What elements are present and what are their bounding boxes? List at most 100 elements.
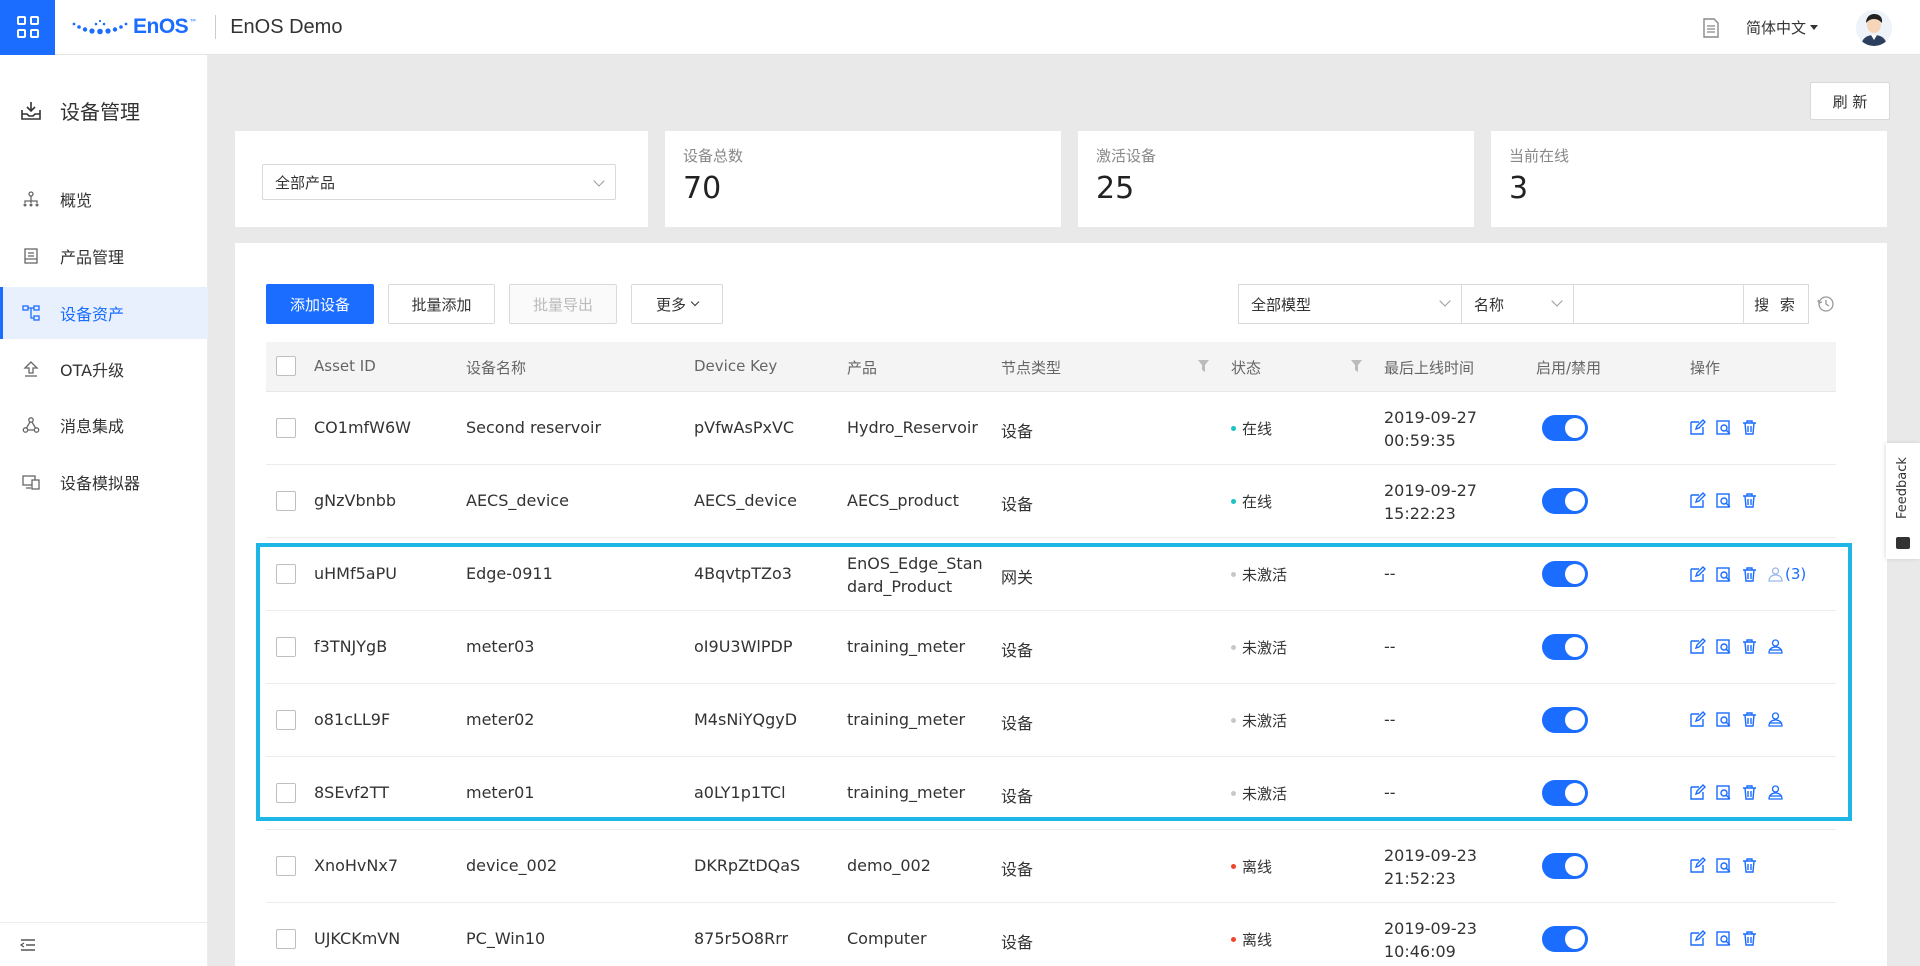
enable-toggle[interactable] bbox=[1542, 561, 1588, 587]
enable-toggle[interactable] bbox=[1542, 634, 1588, 660]
batch-add-button[interactable]: 批量添加 bbox=[388, 284, 495, 324]
avatar[interactable] bbox=[1856, 9, 1892, 46]
status-label: 在线 bbox=[1242, 420, 1273, 438]
search-button[interactable]: 搜 索 bbox=[1744, 284, 1809, 324]
table-row[interactable]: CO1mfW6W Second reservoir pVfwAsPxVC Hyd… bbox=[266, 392, 1836, 465]
sub-device-count[interactable]: (3) bbox=[1785, 565, 1806, 583]
edit-icon[interactable] bbox=[1689, 419, 1706, 436]
search-input[interactable] bbox=[1574, 284, 1744, 324]
app-switcher-button[interactable] bbox=[0, 0, 55, 55]
row-checkbox[interactable] bbox=[276, 710, 296, 730]
enable-toggle[interactable] bbox=[1542, 415, 1588, 441]
row-checkbox[interactable] bbox=[276, 564, 296, 584]
header-device-name[interactable]: 设备名称 bbox=[466, 357, 526, 378]
edit-icon[interactable] bbox=[1689, 492, 1706, 509]
header-asset-id[interactable]: Asset ID bbox=[314, 357, 376, 375]
header-device-key[interactable]: Device Key bbox=[694, 357, 777, 375]
sidebar-item-message-integration[interactable]: 消息集成 bbox=[0, 399, 208, 451]
product-cell: training_meter bbox=[847, 710, 966, 729]
delete-icon[interactable] bbox=[1741, 566, 1758, 583]
row-checkbox[interactable] bbox=[276, 856, 296, 876]
view-details-icon[interactable] bbox=[1715, 711, 1732, 728]
sidebar-item-overview[interactable]: 概览 bbox=[0, 173, 208, 225]
header-status[interactable]: 状态 bbox=[1231, 357, 1261, 378]
table-row[interactable]: gNzVbnbb AECS_device AECS_device AECS_pr… bbox=[266, 465, 1836, 538]
table-row[interactable]: f3TNJYgB meter03 oI9U3WlPDP training_met… bbox=[266, 611, 1836, 684]
sidebar-item-ota[interactable]: OTA升级 bbox=[0, 343, 208, 395]
asset-id-cell: f3TNJYgB bbox=[314, 637, 388, 656]
view-details-icon[interactable] bbox=[1715, 638, 1732, 655]
edit-icon[interactable] bbox=[1689, 565, 1706, 583]
chevron-down-icon bbox=[1439, 295, 1451, 307]
enable-toggle[interactable] bbox=[1542, 488, 1588, 514]
add-device-button[interactable]: 添加设备 bbox=[266, 284, 374, 324]
language-selector[interactable]: 简体中文 bbox=[1746, 17, 1818, 38]
sub-device-icon[interactable] bbox=[1767, 566, 1784, 583]
row-checkbox[interactable] bbox=[276, 418, 296, 438]
header-last-online[interactable]: 最后上线时间 bbox=[1384, 357, 1474, 378]
enable-toggle[interactable] bbox=[1542, 780, 1588, 806]
more-button[interactable]: 更多 bbox=[631, 284, 723, 324]
view-details-icon[interactable] bbox=[1715, 492, 1732, 509]
select-all-checkbox[interactable] bbox=[276, 356, 296, 376]
device-key-cell: DKRpZtDQaS bbox=[694, 856, 801, 875]
search-field-select[interactable]: 名称 bbox=[1462, 284, 1574, 324]
delete-icon[interactable] bbox=[1741, 784, 1758, 801]
chevron-down-icon bbox=[1551, 295, 1563, 307]
edit-icon[interactable] bbox=[1689, 711, 1706, 728]
enable-toggle[interactable] bbox=[1542, 926, 1588, 952]
view-details-icon[interactable] bbox=[1715, 857, 1732, 874]
enable-toggle[interactable] bbox=[1542, 707, 1588, 733]
edit-icon[interactable] bbox=[1689, 857, 1706, 874]
collapse-menu-icon bbox=[20, 938, 35, 951]
row-checkbox[interactable] bbox=[276, 929, 296, 949]
online-devices-value: 3 bbox=[1509, 171, 1529, 206]
product-select[interactable]: 全部产品 bbox=[262, 164, 616, 200]
edit-icon[interactable] bbox=[1689, 930, 1706, 947]
enos-logo[interactable]: EnOS ™ bbox=[71, 0, 197, 55]
row-checkbox[interactable] bbox=[276, 637, 296, 657]
delete-icon[interactable] bbox=[1741, 930, 1758, 947]
refresh-button[interactable]: 刷 新 bbox=[1810, 82, 1890, 120]
device-secret-icon[interactable] bbox=[1767, 784, 1784, 801]
delete-icon[interactable] bbox=[1741, 857, 1758, 874]
table-row[interactable]: 8SEvf2TT meter01 a0LY1p1TCl training_met… bbox=[266, 757, 1836, 830]
view-details-icon[interactable] bbox=[1715, 419, 1732, 436]
delete-icon[interactable] bbox=[1741, 711, 1758, 728]
row-checkbox[interactable] bbox=[276, 783, 296, 803]
last-online-cell: 2019-09-23 10:46:09 bbox=[1384, 919, 1477, 961]
sidebar-item-simulator[interactable]: 设备模拟器 bbox=[0, 456, 208, 508]
table-row[interactable]: o81cLL9F meter02 M4sNiYQgyD training_met… bbox=[266, 684, 1836, 757]
edit-icon[interactable] bbox=[1689, 784, 1706, 801]
delete-icon[interactable] bbox=[1741, 419, 1758, 436]
table-row[interactable]: uHMf5aPU Edge-0911 4BqvtpTZo3 EnOS_Edge_… bbox=[266, 538, 1836, 611]
view-details-icon[interactable] bbox=[1715, 784, 1732, 801]
status-label: 未激活 bbox=[1242, 785, 1288, 803]
header-node-type[interactable]: 节点类型 bbox=[1001, 357, 1061, 378]
device-secret-icon[interactable] bbox=[1767, 711, 1784, 728]
model-select[interactable]: 全部模型 bbox=[1238, 284, 1462, 324]
sidebar-item-device-assets[interactable]: 设备资产 bbox=[0, 287, 208, 339]
status-badge: 在线 bbox=[1231, 418, 1272, 439]
view-details-icon[interactable] bbox=[1715, 566, 1732, 583]
table-row[interactable]: UJKCKmVN PC_Win10 875r5O8Rrr Computer 设备… bbox=[266, 903, 1836, 966]
enable-toggle[interactable] bbox=[1542, 853, 1588, 879]
device-secret-icon[interactable] bbox=[1767, 638, 1784, 655]
edit-icon[interactable] bbox=[1689, 638, 1706, 655]
document-icon[interactable] bbox=[1702, 17, 1720, 38]
feedback-tab[interactable]: Feedback bbox=[1886, 443, 1920, 559]
sidebar-collapse-button[interactable] bbox=[0, 922, 208, 966]
delete-icon[interactable] bbox=[1741, 638, 1758, 655]
table-row[interactable]: XnoHvNx7 device_002 DKRpZtDQaS demo_002 … bbox=[266, 830, 1836, 903]
history-icon[interactable] bbox=[1817, 295, 1835, 313]
delete-icon[interactable] bbox=[1741, 492, 1758, 509]
filter-icon[interactable] bbox=[1198, 360, 1209, 372]
model-select-value: 全部模型 bbox=[1251, 295, 1312, 314]
header-product[interactable]: 产品 bbox=[847, 357, 877, 378]
sidebar-item-products[interactable]: 产品管理 bbox=[0, 230, 208, 282]
status-badge: 未激活 bbox=[1231, 637, 1287, 658]
view-details-icon[interactable] bbox=[1715, 930, 1732, 947]
row-checkbox[interactable] bbox=[276, 491, 296, 511]
filter-icon[interactable] bbox=[1351, 360, 1362, 372]
last-online-cell: -- bbox=[1384, 710, 1396, 729]
